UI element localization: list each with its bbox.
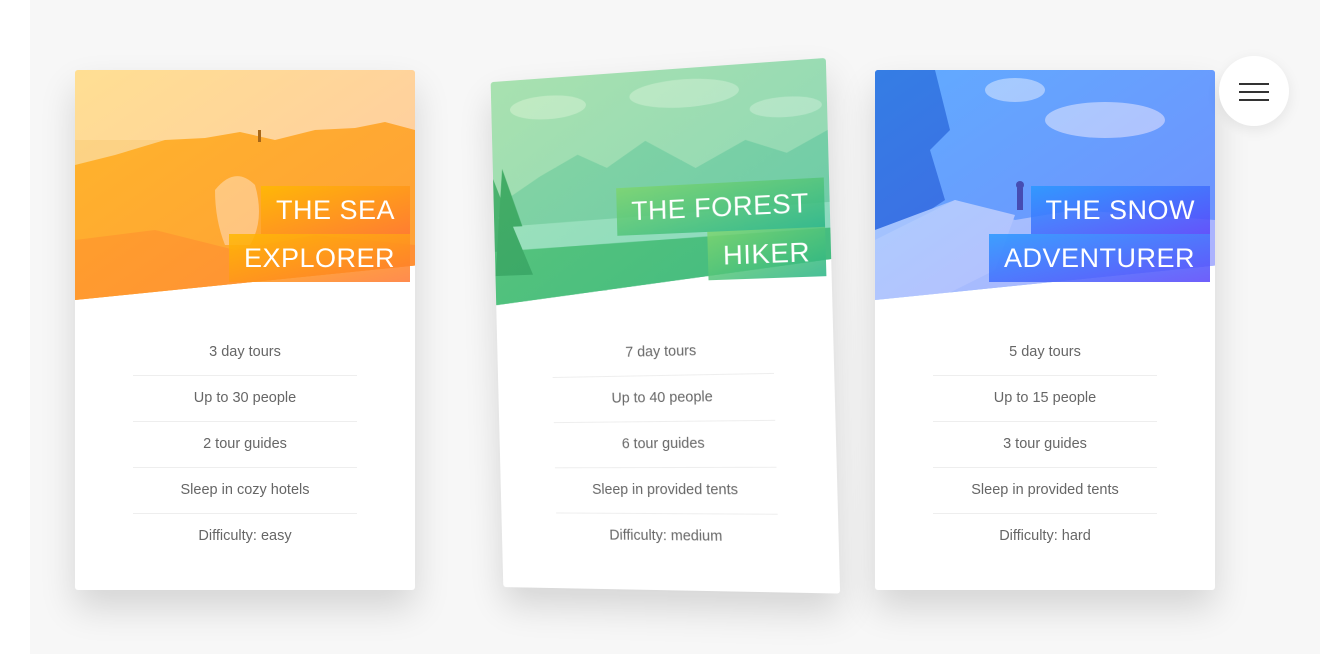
card-heading-line: EXPLORER [228, 234, 410, 282]
detail-item: 7 day tours [551, 327, 775, 378]
hamburger-menu-icon [1239, 99, 1269, 101]
card-heading-sea: THE SEA EXPLORER [228, 186, 410, 282]
detail-item: Sleep in cozy hotels [133, 468, 357, 514]
detail-item: Difficulty: medium [609, 527, 723, 545]
hamburger-menu-icon [1239, 83, 1269, 85]
detail-item: 5 day tours [933, 330, 1157, 376]
tour-card-forest-hiker[interactable]: THE FOREST HIKER 7 day tours Up to 40 pe… [490, 57, 841, 594]
hamburger-menu-icon [1239, 91, 1269, 93]
detail-item: 3 tour guides [933, 422, 1157, 468]
detail-item: 3 day tours [133, 330, 357, 376]
detail-item: Sleep in provided tents [554, 467, 778, 515]
detail-item: 2 tour guides [133, 422, 357, 468]
card-heading-line: THE FOREST [616, 177, 826, 236]
detail-item: Up to 40 people [552, 373, 776, 424]
detail-item: Difficulty: hard [999, 528, 1091, 544]
card-heading-forest: THE FOREST HIKER [616, 177, 827, 283]
detail-item: Sleep in provided tents [933, 468, 1157, 514]
card-heading-snow: THE SNOW ADVENTURER [988, 186, 1210, 282]
detail-item: 6 tour guides [553, 420, 777, 469]
card-details-list: 5 day tours Up to 15 people 3 tour guide… [933, 330, 1157, 559]
card-details-list: 3 day tours Up to 30 people 2 tour guide… [133, 330, 357, 559]
detail-item: Difficulty: easy [198, 528, 292, 544]
detail-item: Up to 30 people [133, 376, 357, 422]
tour-card-sea-explorer[interactable]: THE SEA EXPLORER 3 day tours Up to 30 pe… [75, 70, 415, 590]
card-details-list: 7 day tours Up to 40 people 6 tour guide… [551, 327, 779, 561]
card-heading-line: HIKER [707, 226, 827, 281]
navigation-menu-button[interactable] [1219, 56, 1289, 126]
tour-card-snow-adventurer[interactable]: THE SNOW ADVENTURER 5 day tours Up to 15… [875, 70, 1215, 590]
card-heading-line: THE SEA [260, 186, 410, 234]
detail-item: Up to 15 people [933, 376, 1157, 422]
card-heading-line: THE SNOW [1030, 186, 1210, 234]
card-heading-line: ADVENTURER [988, 234, 1210, 282]
